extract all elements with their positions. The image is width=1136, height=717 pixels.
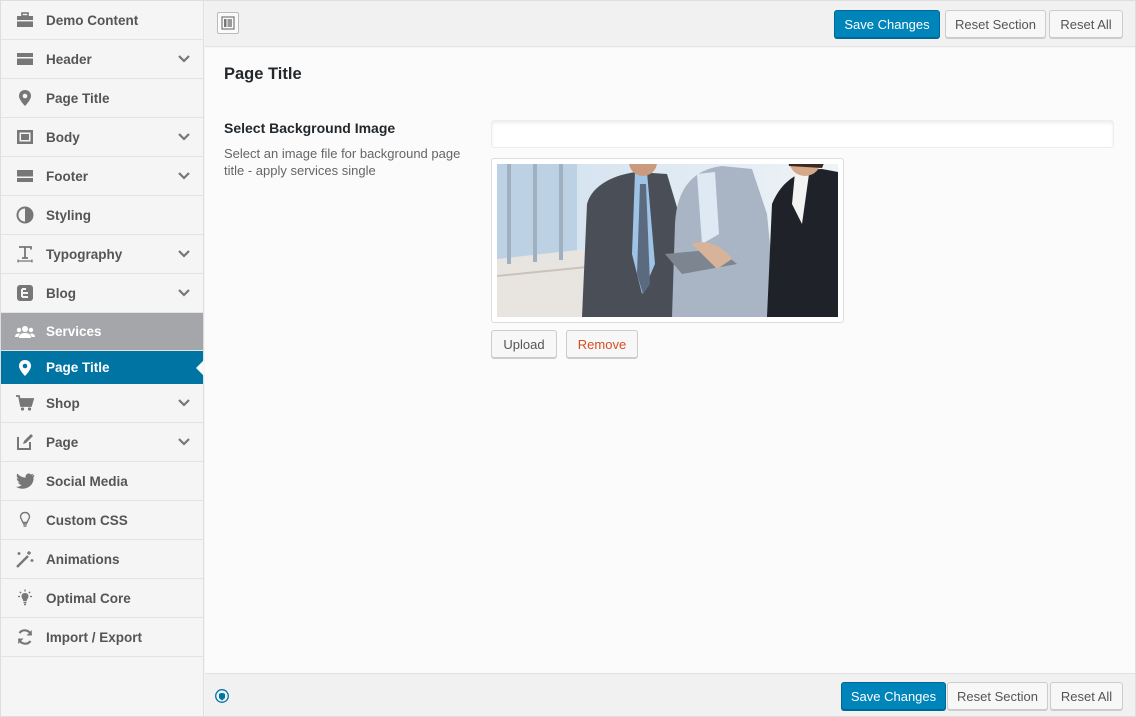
sidebar-item-shop[interactable]: Shop [1, 384, 203, 423]
magic-wand-icon [15, 549, 35, 569]
sidebar-item-styling[interactable]: Styling [1, 196, 203, 235]
reset-all-button[interactable]: Reset All [1049, 10, 1123, 38]
sidebar: Demo Content Header Page Title Body Foot… [1, 1, 204, 716]
section-content: Page Title Select Background Image Selec… [205, 48, 1135, 673]
sidebar-item-import-export[interactable]: Import / Export [1, 618, 203, 657]
background-image-url-input[interactable] [491, 120, 1114, 148]
reset-section-button[interactable]: Reset Section [947, 682, 1048, 710]
sidebar-item-label: Page Title [46, 360, 110, 375]
sidebar-item-animations[interactable]: Animations [1, 540, 203, 579]
users-icon [15, 322, 35, 342]
sidebar-item-page[interactable]: Page [1, 423, 203, 462]
save-changes-button[interactable]: Save Changes [841, 682, 946, 710]
sidebar-item-label: Page Title [46, 90, 110, 106]
sidebar-item-footer[interactable]: Footer [1, 157, 203, 196]
cart-icon [15, 393, 35, 413]
lightbulb-icon [15, 510, 35, 530]
blogger-icon [15, 283, 35, 303]
field-title: Select Background Image [224, 120, 396, 136]
sidebar-item-optimal-core[interactable]: Optimal Core [1, 579, 203, 618]
sidebar-item-blog[interactable]: Blog [1, 274, 203, 313]
sidebar-item-label: Shop [46, 395, 80, 411]
location-pin-icon [15, 358, 35, 378]
bottom-toolbar: Save Changes Reset Section Reset All [205, 673, 1135, 716]
remove-button[interactable]: Remove [566, 330, 638, 358]
sparkle-bulb-icon [15, 588, 35, 608]
sidebar-item-label: Header [46, 51, 92, 67]
sidebar-item-custom-css[interactable]: Custom CSS [1, 501, 203, 540]
page-title: Page Title [224, 65, 302, 83]
upload-button[interactable]: Upload [491, 330, 557, 358]
body-layout-icon [15, 127, 35, 147]
reset-all-button[interactable]: Reset All [1050, 682, 1123, 710]
chevron-down-icon [178, 438, 190, 446]
contrast-icon [15, 205, 35, 225]
chevron-down-icon [178, 55, 190, 63]
reset-section-button[interactable]: Reset Section [945, 10, 1046, 38]
twitter-icon [15, 471, 35, 491]
sidebar-item-label: Page [46, 434, 79, 450]
header-icon [15, 49, 35, 69]
sidebar-item-demo-content[interactable]: Demo Content [1, 1, 203, 40]
sidebar-item-services[interactable]: Services [1, 313, 203, 351]
chevron-down-icon [178, 399, 190, 407]
image-preview [491, 158, 844, 323]
sidebar-item-label: Body [46, 129, 80, 145]
location-pin-icon [15, 88, 35, 108]
sidebar-item-label: Footer [46, 168, 88, 184]
sidebar-item-header[interactable]: Header [1, 40, 203, 79]
save-changes-button[interactable]: Save Changes [834, 10, 940, 38]
refresh-icon [15, 627, 35, 647]
top-toolbar: Save Changes Reset Section Reset All [205, 1, 1135, 47]
sidebar-item-label: Import / Export [46, 629, 143, 645]
sidebar-item-typography[interactable]: Typography [1, 235, 203, 274]
chevron-down-icon [178, 172, 190, 180]
sidebar-item-label: Custom CSS [46, 512, 128, 528]
expand-layout-icon[interactable] [217, 12, 239, 34]
edit-icon [15, 432, 35, 452]
sidebar-item-label: Services [46, 324, 102, 339]
sidebar-item-label: Demo Content [46, 12, 139, 28]
sidebar-item-social-media[interactable]: Social Media [1, 462, 203, 501]
briefcase-icon [15, 10, 35, 30]
chevron-down-icon [178, 250, 190, 258]
sidebar-item-label: Blog [46, 285, 76, 301]
sidebar-item-services-page-title[interactable]: Page Title [1, 351, 203, 384]
business-people-photo [497, 164, 838, 317]
redux-logo-icon[interactable] [215, 689, 229, 703]
chevron-down-icon [178, 133, 190, 141]
footer-icon [15, 166, 35, 186]
sidebar-item-label: Typography [46, 246, 123, 262]
sidebar-item-page-title[interactable]: Page Title [1, 79, 203, 118]
sidebar-item-body[interactable]: Body [1, 118, 203, 157]
sidebar-item-label: Social Media [46, 473, 128, 489]
chevron-down-icon [178, 289, 190, 297]
field-description: Select an image file for background page… [224, 146, 461, 178]
sidebar-item-label: Styling [46, 207, 92, 223]
sidebar-item-label: Animations [46, 551, 120, 567]
sidebar-item-label: Optimal Core [46, 590, 131, 606]
text-size-icon [15, 244, 35, 264]
